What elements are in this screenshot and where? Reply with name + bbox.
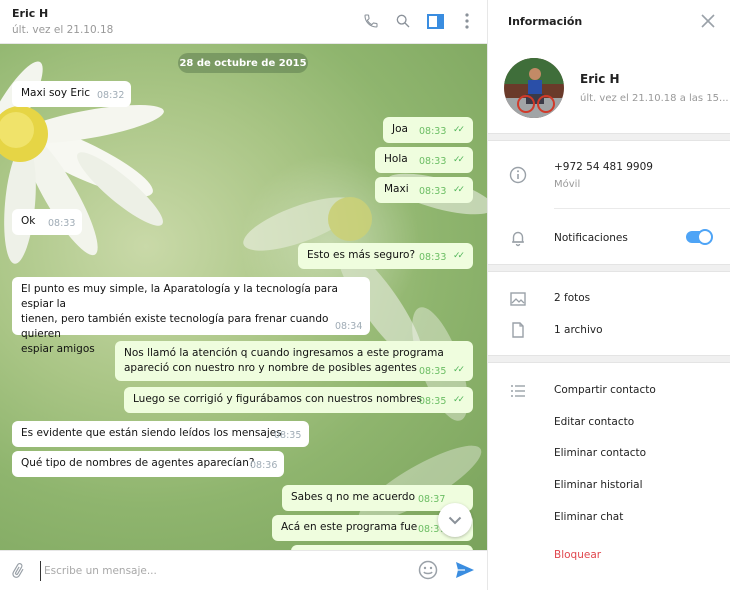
message-input[interactable]	[40, 561, 400, 581]
close-icon[interactable]	[701, 14, 717, 30]
section-separator	[488, 264, 730, 272]
scroll-down-button[interactable]	[438, 503, 472, 537]
message-text: Es evidente que están siendo leídos los …	[21, 427, 282, 439]
list-icon	[509, 382, 527, 400]
message-text: Maxi soy Eric	[21, 87, 91, 99]
message-incoming[interactable]: Es evidente que están siendo leídos los …	[12, 421, 309, 447]
photo-icon	[509, 290, 527, 308]
avatar[interactable]	[504, 58, 564, 118]
block-button[interactable]: Bloquear	[554, 549, 601, 561]
message-text: Maxi	[384, 183, 409, 195]
double-check-icon: ✓✓	[453, 155, 465, 165]
double-check-icon: ✓✓	[453, 125, 465, 135]
message-time: 08:35	[274, 430, 302, 441]
message-outgoing[interactable]: Hola 08:33 ✓✓	[375, 147, 473, 173]
message-time: 08:35	[419, 366, 447, 377]
message-outgoing[interactable]: Joa 08:33 ✓✓	[383, 117, 473, 143]
double-check-icon: ✓✓	[453, 251, 465, 261]
emoji-icon[interactable]	[418, 560, 438, 583]
sidebar-toggle-icon[interactable]	[426, 12, 444, 30]
message-outgoing[interactable]: Esto es más seguro? 08:33 ✓✓	[298, 243, 473, 269]
photos-link[interactable]: 2 fotos	[554, 292, 590, 304]
chat-background: 28 de octubre de 2015 Maxi soy Eric 08:3…	[0, 44, 487, 550]
message-text: Qué tipo de nombres de agentes aparecían…	[21, 457, 255, 469]
divider	[554, 208, 730, 209]
message-time: 08:36	[250, 460, 278, 471]
message-text: Joa	[392, 123, 408, 135]
message-time: 08:34	[335, 321, 363, 332]
message-text: Ok	[21, 215, 36, 227]
message-text: Hola	[384, 153, 408, 165]
message-incoming[interactable]: El punto es muy simple, la Aparatología …	[12, 277, 370, 355]
info-icon	[509, 166, 527, 184]
message-time: 08:32	[97, 90, 125, 101]
date-pill: 28 de octubre de 2015	[178, 53, 308, 73]
message-outgoing[interactable]: Luego se corrigió y figurábamos con nues…	[124, 387, 473, 413]
files-link[interactable]: 1 archivo	[554, 324, 603, 336]
message-time: 08:33	[419, 156, 447, 167]
section-separator	[488, 355, 730, 363]
chat-status: últ. vez el 21.10.18	[12, 24, 114, 36]
delete-contact-button[interactable]: Eliminar contacto	[554, 447, 646, 459]
double-check-icon: ✓✓	[453, 185, 465, 195]
info-title: Información	[508, 15, 583, 28]
delete-chat-button[interactable]: Eliminar chat	[554, 511, 623, 523]
phone-type: Móvil	[554, 179, 581, 190]
message-text-line: apareció con nuestro nro y nombre de pos…	[124, 362, 417, 374]
message-text-line: tienen, pero también existe tecnología p…	[21, 313, 329, 340]
message-incoming[interactable]: Ok 08:33	[12, 209, 82, 235]
message-time: 08:37	[418, 494, 446, 505]
message-outgoing[interactable]: Maxi 08:33 ✓✓	[375, 177, 473, 203]
message-outgoing[interactable]: Nos llamó la atención q cuando ingresamo…	[115, 341, 473, 381]
phone-number[interactable]: +972 54 481 9909	[554, 161, 653, 173]
message-time: 08:33	[48, 218, 76, 229]
message-time: 08:33	[419, 126, 447, 137]
message-time: 08:33	[419, 186, 447, 197]
info-panel: Información Eric H últ. vez el 21.10.18 …	[487, 0, 730, 590]
attach-icon[interactable]	[9, 562, 27, 583]
edit-contact-button[interactable]: Editar contacto	[554, 416, 634, 428]
delete-history-button[interactable]: Eliminar historial	[554, 479, 643, 491]
bell-icon	[509, 229, 527, 247]
message-incoming[interactable]: Qué tipo de nombres de agentes aparecían…	[12, 451, 284, 477]
more-icon[interactable]	[458, 12, 476, 30]
double-check-icon: ✓✓	[453, 395, 465, 405]
chat-title[interactable]: Eric H	[12, 7, 48, 20]
send-icon[interactable]	[455, 561, 475, 582]
message-text-line: Nos llamó la atención q cuando ingresamo…	[124, 347, 444, 359]
notifications-label: Notificaciones	[554, 232, 628, 244]
message-time: 08:35	[419, 396, 447, 407]
message-text: Esto es más seguro?	[307, 249, 416, 261]
phone-icon[interactable]	[362, 12, 380, 30]
contact-last-seen: últ. vez el 21.10.18 a las 15...	[580, 93, 729, 104]
notifications-toggle[interactable]	[686, 229, 713, 245]
message-text: Sabes q no me acuerdo	[291, 491, 416, 503]
chevron-down-icon	[448, 516, 462, 524]
share-contact-button[interactable]: Compartir contacto	[554, 384, 656, 396]
double-check-icon: ✓✓	[453, 365, 465, 375]
chat-header: Eric H últ. vez el 21.10.18	[0, 0, 487, 44]
message-text: Luego se corrigió y figurábamos con nues…	[133, 393, 423, 405]
message-incoming[interactable]: Maxi soy Eric 08:32	[12, 81, 131, 107]
chat-panel: Eric H últ. vez el 21.10.18 28 de octubr…	[0, 0, 487, 590]
message-time: 08:33	[419, 252, 447, 263]
search-icon[interactable]	[394, 12, 412, 30]
message-text-line: El punto es muy simple, la Aparatología …	[21, 283, 338, 310]
section-separator	[488, 133, 730, 141]
file-icon	[509, 321, 527, 339]
contact-name: Eric H	[580, 72, 620, 86]
message-text: Acá en este programa fue	[281, 521, 418, 533]
composer	[0, 550, 487, 590]
